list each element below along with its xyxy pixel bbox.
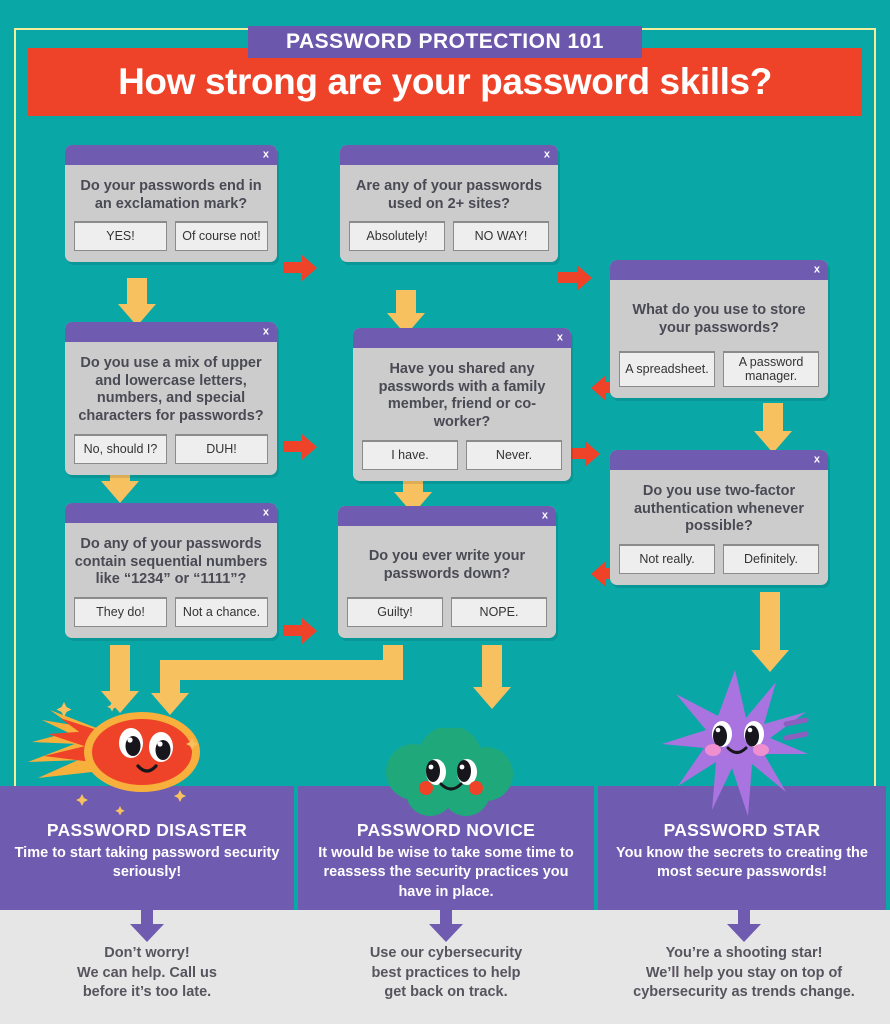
dialog-answers: Absolutely! NO WAY! <box>340 221 558 262</box>
answer-button[interactable]: Definitely. <box>723 544 819 575</box>
close-icon[interactable]: x <box>263 326 269 338</box>
dialog-q5[interactable]: x Have you shared any passwords with a f… <box>353 328 571 481</box>
result-title: PASSWORD STAR <box>663 820 821 840</box>
dialog-q7[interactable]: x Do any of your passwords contain seque… <box>65 503 277 639</box>
answer-button[interactable]: Not a chance. <box>175 597 268 628</box>
dialog-question: Are any of your passwords used on 2+ sit… <box>355 178 543 212</box>
close-icon[interactable]: x <box>544 149 550 161</box>
dialog-titlebar: x <box>65 145 277 165</box>
dialog-answers: Guilty! NOPE. <box>338 597 556 638</box>
dialog-answers: YES! Of course not! <box>65 221 277 262</box>
footer-cell-star: You’re a shooting star! We’ll help you s… <box>598 910 890 1024</box>
dialog-question: Do you use a mix of upper and lowercase … <box>78 355 264 425</box>
answer-button[interactable]: Not really. <box>619 544 715 575</box>
dialog-titlebar: x <box>65 322 277 342</box>
answer-button[interactable]: A spreadsheet. <box>619 351 715 387</box>
headline-banner: How strong are your password skills? <box>28 48 862 116</box>
dialog-question: Do you ever write your passwords down? <box>368 548 526 582</box>
dialog-q4[interactable]: x Do you use a mix of upper and lowercas… <box>65 322 277 475</box>
answer-button[interactable]: DUH! <box>175 433 268 464</box>
footer-text: Don’t worry! We can help. Call us before… <box>77 945 217 1001</box>
close-icon[interactable]: x <box>263 507 269 519</box>
answer-button[interactable]: I have. <box>362 439 458 470</box>
close-icon[interactable]: x <box>814 454 820 466</box>
dialog-titlebar: x <box>65 503 277 523</box>
answer-button[interactable]: Of course not! <box>175 221 268 252</box>
dialog-q8[interactable]: x Do you ever write your passwords down?… <box>338 506 556 639</box>
dialog-titlebar: x <box>353 328 571 348</box>
dialog-answers: A spreadsheet. A password manager. <box>610 351 828 397</box>
dialog-q1[interactable]: x Do your passwords end in an exclamatio… <box>65 145 277 263</box>
result-description: Time to start taking password security s… <box>14 845 280 881</box>
down-arrow-icon <box>429 910 463 942</box>
answer-button[interactable]: They do! <box>74 597 167 628</box>
dialog-answers: I have. Never. <box>353 439 571 481</box>
kicker-banner: PASSWORD PROTECTION 101 <box>248 26 642 58</box>
dialog-titlebar: x <box>340 145 558 165</box>
dialog-titlebar: x <box>338 506 556 526</box>
answer-button[interactable]: A password manager. <box>723 351 819 387</box>
answer-button[interactable]: NO WAY! <box>453 221 549 252</box>
footer-cell-disaster: Don’t worry! We can help. Call us before… <box>0 910 294 1024</box>
answer-button[interactable]: No, should I? <box>74 433 167 464</box>
dialog-titlebar: x <box>610 260 828 280</box>
answer-button[interactable]: Guilty! <box>347 597 443 628</box>
down-arrow-icon <box>727 910 761 942</box>
page-title: How strong are your password skills? <box>118 61 772 102</box>
close-icon[interactable]: x <box>557 332 563 344</box>
answer-button[interactable]: YES! <box>74 221 167 252</box>
cloud-icon <box>386 728 513 816</box>
dialog-q6[interactable]: x Do you use two-factor authentication w… <box>610 450 828 586</box>
close-icon[interactable]: x <box>814 264 820 276</box>
dialog-answers: They do! Not a chance. <box>65 597 277 638</box>
dialog-titlebar: x <box>610 450 828 470</box>
footer-band: Don’t worry! We can help. Call us before… <box>0 910 890 1024</box>
result-title: PASSWORD DISASTER <box>46 820 248 840</box>
star-icon <box>662 670 809 816</box>
comet-icon <box>28 702 200 815</box>
answer-button[interactable]: NOPE. <box>451 597 547 628</box>
dialog-question: What do you use to store your passwords? <box>632 302 806 336</box>
dialog-q2[interactable]: x Are any of your passwords used on 2+ s… <box>340 145 558 263</box>
down-arrow-icon <box>130 910 164 942</box>
result-description: It would be wise to take some time to re… <box>318 845 574 900</box>
dialog-answers: Not really. Definitely. <box>610 544 828 585</box>
dialog-answers: No, should I? DUH! <box>65 433 277 475</box>
dialog-question: Do your passwords end in an exclamation … <box>80 178 262 212</box>
answer-button[interactable]: Absolutely! <box>349 221 445 252</box>
footer-cell-novice: Use our cybersecurity best practices to … <box>294 910 598 1024</box>
close-icon[interactable]: x <box>542 510 548 522</box>
result-description: You know the secrets to creating the mos… <box>616 845 868 881</box>
footer-text: Use our cybersecurity best practices to … <box>369 945 523 1001</box>
answer-button[interactable]: Never. <box>466 439 562 470</box>
dialog-question: Have you shared any passwords with a fam… <box>378 361 546 431</box>
dialog-q3[interactable]: x What do you use to store your password… <box>610 260 828 398</box>
close-icon[interactable]: x <box>263 149 269 161</box>
infographic-canvas: PASSWORD PROTECTION 101 How strong are y… <box>0 0 890 1024</box>
dialog-question: Do you use two-factor authentication whe… <box>633 483 804 535</box>
dialog-question: Do any of your passwords contain sequent… <box>74 536 268 588</box>
footer-text: You’re a shooting star! We’ll help you s… <box>633 945 855 1001</box>
